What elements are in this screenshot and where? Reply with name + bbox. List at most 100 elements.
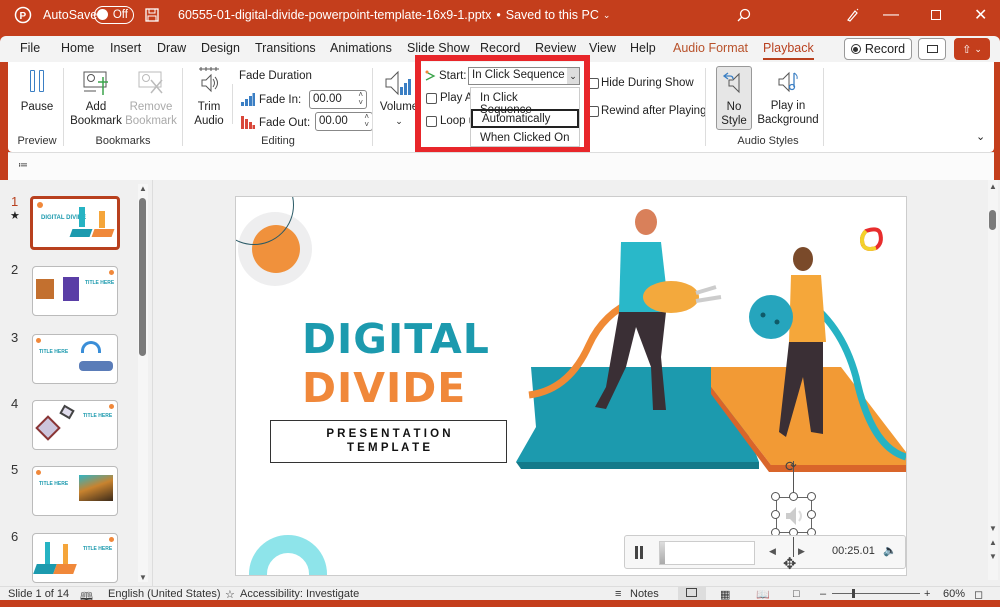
divider [705,68,706,146]
slide-sorter-icon[interactable]: ▦ [720,588,730,601]
slide-title-line-2[interactable]: DIVIDE [302,364,466,412]
fade-out-icon [241,116,255,129]
reading-view-icon[interactable]: 📖 [756,588,770,601]
start-dropdown-value: In Click Sequence [472,69,565,81]
document-title[interactable]: 60555-01-digital-divide-powerpoint-templ… [178,0,610,30]
slide-thumbnail-2[interactable]: TITLE HERE [32,266,118,316]
add-bookmark-label-2: Bookmark [70,115,122,127]
scroll-up-icon[interactable]: ▲ [139,184,147,193]
slide-thumbnail-4[interactable]: TITLE HERE [32,400,118,450]
move-handle-icon[interactable]: ✥ [783,557,796,573]
trim-audio-button[interactable]: Trim Audio [190,66,228,128]
quick-access-toolbar: ≔ [8,152,994,180]
start-option-when-clicked-on[interactable]: When Clicked On [471,130,579,146]
save-icon[interactable] [145,0,159,30]
slide-number: 4 [11,396,19,411]
scrollbar-thumb[interactable] [139,198,146,356]
fade-out-input[interactable]: 00.00 ˄ ˅ [315,112,373,131]
audio-player: ◀ ▶ 00:25.01 🔈 [624,535,906,569]
close-icon[interactable]: ✕ [974,0,987,30]
resize-handle[interactable] [771,510,780,519]
tab-playback[interactable]: Playback [763,41,814,60]
maximize-icon[interactable] [931,0,941,30]
tab-audio-format[interactable]: Audio Format [673,41,748,55]
slide-thumbnail-5[interactable]: TITLE HERE [32,466,118,516]
play-across-slides-checkbox[interactable] [426,93,437,104]
skip-forward-icon[interactable]: ▶ [798,546,805,557]
autosave-toggle[interactable]: Off [94,0,134,30]
slide-title-line-1[interactable]: DIGITAL [302,315,490,363]
slide-thumbnail-6[interactable]: TITLE HERE [32,533,118,583]
loop-checkbox[interactable] [426,116,437,127]
slide-thumbnail-3[interactable]: TITLE HERE [32,334,118,384]
chevron-down-icon: ⌄ [567,68,579,84]
rewind-after-playing-checkbox[interactable] [588,106,599,117]
tab-view[interactable]: View [589,41,616,55]
previous-slide-icon[interactable]: ▲ [989,538,997,547]
subtitle-box[interactable]: P R E S E N T A T I O N T E M P L A T E [270,420,507,463]
audio-volume-icon[interactable]: 🔈 [883,544,897,557]
zoom-out-button[interactable]: – [820,588,826,600]
resize-handle[interactable] [807,492,816,501]
customize-toolbar-icon[interactable]: ≔ [18,160,28,171]
volume-button[interactable]: Volume ⌄ [378,70,420,128]
thumbnail-scrollbar[interactable]: ▲ ▼ [138,184,148,582]
start-dropdown[interactable]: In Click Sequence ⌄ [468,67,580,85]
slide-thumbnail-1[interactable]: DIGITAL DIVIDE [30,196,120,250]
scrollbar-thumb[interactable] [989,210,996,230]
pause-icon[interactable] [635,546,643,559]
play-in-background-button[interactable]: Play in Background [756,69,820,127]
tab-slide-show[interactable]: Slide Show [407,41,470,55]
scroll-down-icon[interactable]: ▼ [989,524,997,533]
scroll-down-icon[interactable]: ▼ [139,573,147,582]
designer-pen-icon[interactable] [846,0,860,30]
tab-record[interactable]: Record [480,41,520,55]
tab-draw[interactable]: Draw [157,41,186,55]
tab-home[interactable]: Home [61,41,94,55]
normal-view-button[interactable] [678,587,706,600]
slideshow-icon[interactable]: □ [793,588,800,600]
next-slide-icon[interactable]: ▼ [989,552,997,561]
audio-progress-track[interactable] [659,541,755,565]
spell-check-icon[interactable]: 🕮 [80,588,93,607]
language-indicator[interactable]: English (United States) [108,588,221,600]
tab-insert[interactable]: Insert [110,41,141,55]
tab-design[interactable]: Design [201,41,240,55]
trim-audio-label-2: Audio [194,115,224,127]
skip-back-icon[interactable]: ◀ [769,546,776,557]
zoom-in-button[interactable]: + [924,588,930,600]
zoom-slider-track[interactable] [832,593,920,594]
add-bookmark-button[interactable]: Add Bookmark [68,70,124,128]
remove-bookmark-button[interactable]: Remove Bookmark [123,70,179,128]
comments-button[interactable] [918,38,946,60]
accessibility-status[interactable]: Accessibility: Investigate [240,588,359,600]
record-button[interactable]: Record [844,38,912,60]
rotate-handle-icon[interactable]: ⟳ [785,459,797,473]
spinner-arrows-icon[interactable]: ˄ ˅ [358,91,363,107]
tab-file[interactable]: File [20,41,40,55]
spinner-arrows-icon[interactable]: ˄ ˅ [364,113,369,129]
minimize-icon[interactable]: — [883,0,899,30]
zoom-slider-thumb[interactable] [851,589,855,598]
collapse-ribbon-icon[interactable]: ⌄ [976,130,985,143]
tab-help[interactable]: Help [630,41,656,55]
resize-handle[interactable] [771,492,780,501]
pause-button[interactable]: Pause [18,70,56,114]
fade-in-input[interactable]: 00.00 ˄ ˅ [309,90,367,109]
search-icon[interactable] [737,0,751,30]
start-option-automatically[interactable]: Automatically [471,109,579,128]
tab-animations[interactable]: Animations [330,41,392,55]
resize-handle[interactable] [789,492,798,501]
slide-scrollbar[interactable]: ▲ ▼ ▲ ▼ [988,180,998,580]
start-option-in-click-sequence[interactable]: In Click Sequence [471,90,579,116]
resize-handle[interactable] [807,510,816,519]
share-button[interactable]: ⇧ ⌄ [954,38,990,60]
scroll-up-icon[interactable]: ▲ [989,182,997,191]
notes-button[interactable]: Notes [630,588,659,600]
no-style-button[interactable]: No Style [716,66,752,130]
zoom-level[interactable]: 60% [943,588,965,600]
tab-transitions[interactable]: Transitions [255,41,316,55]
hide-during-show-checkbox[interactable] [588,78,599,89]
tab-review[interactable]: Review [535,41,576,55]
fit-to-window-icon[interactable]: ◻ [974,588,983,601]
